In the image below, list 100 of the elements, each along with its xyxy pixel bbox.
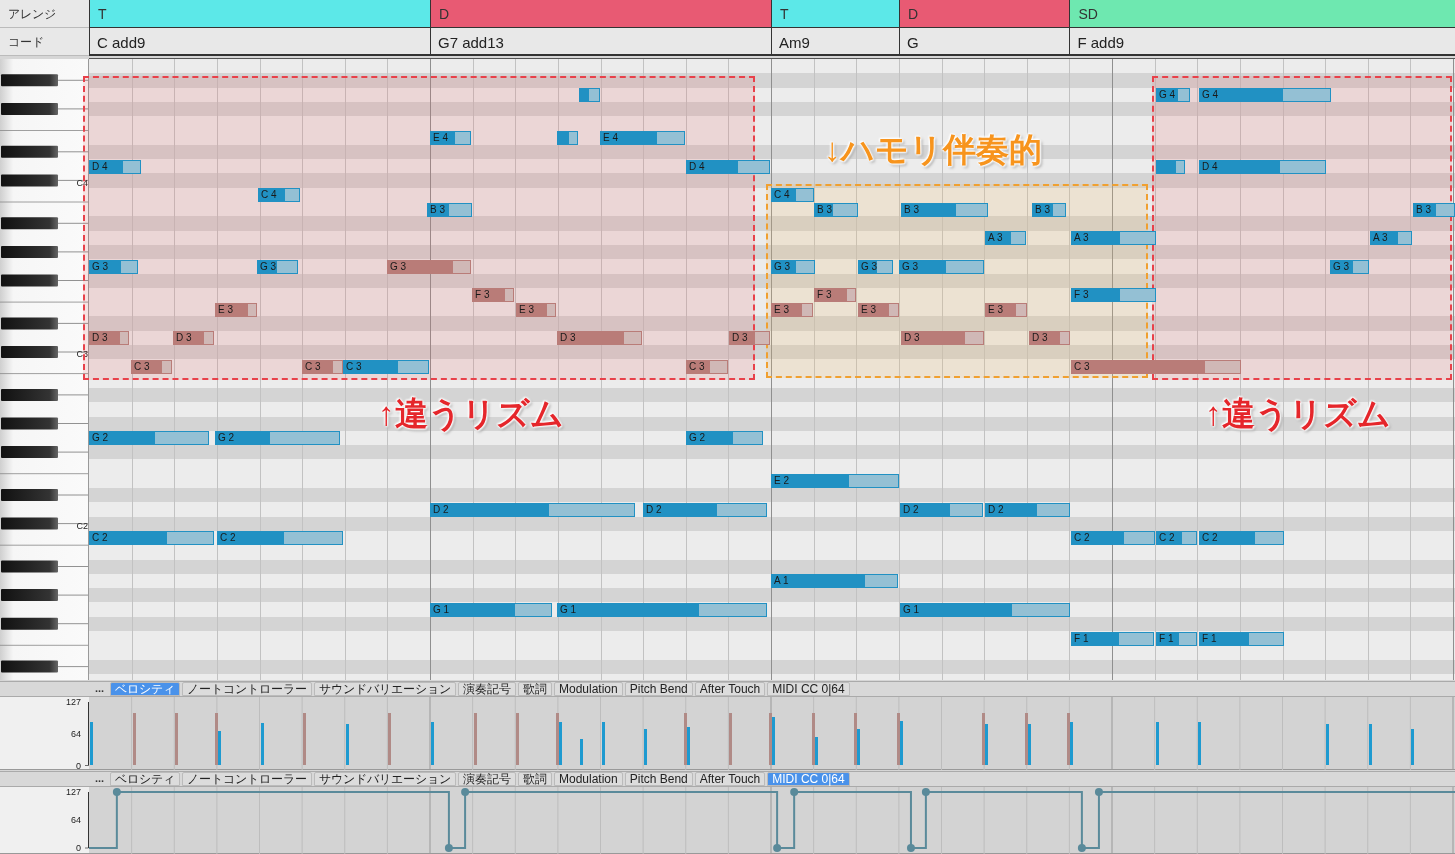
arrange-block[interactable]: T [89,0,430,28]
note[interactable]: D 3 [173,331,214,346]
control-point[interactable] [906,844,915,852]
note[interactable]: D 3 [729,331,770,346]
lane-tab[interactable]: ノートコントローラー [182,772,312,786]
lane-tab[interactable]: MIDI CC 0|64 [767,772,850,786]
velocity-bar[interactable] [857,729,861,766]
velocity-bar[interactable] [558,722,562,766]
velocity-bar[interactable] [899,721,903,766]
velocity-bar[interactable] [345,724,349,766]
lane-tab[interactable]: Pitch Bend [624,682,693,696]
velocity-bar[interactable] [516,712,520,766]
control-point[interactable] [790,788,799,796]
arrange-block[interactable]: T [771,0,899,28]
velocity-bar[interactable] [1027,723,1031,766]
velocity-bar[interactable] [772,717,775,766]
more-button[interactable]: ... [91,772,108,786]
lane-tab[interactable]: Pitch Bend [624,772,693,786]
lane-tab[interactable]: 演奏記号 [458,682,516,696]
chord-block[interactable]: G [898,28,1070,56]
velocity-bar[interactable] [473,712,477,766]
velocity-bar[interactable] [555,712,559,766]
note[interactable]: C 2 [89,531,214,546]
velocity-bar[interactable] [985,723,989,766]
velocity-bar[interactable] [431,721,434,766]
control-point[interactable] [921,788,930,796]
velocity-bar[interactable] [601,721,605,766]
velocity-bar[interactable] [1326,723,1330,766]
lane-tab[interactable]: 歌詞 [518,772,552,786]
velocity-bar[interactable] [982,712,986,766]
lane-tab[interactable]: ノートコントローラー [182,682,312,696]
note[interactable]: G 2 [89,431,209,446]
lane-tab[interactable]: ベロシティ [110,682,180,696]
velocity-bar[interactable] [260,722,264,766]
velocity-bar[interactable] [1070,721,1074,766]
control-point[interactable] [461,788,470,796]
note[interactable]: A 3 [985,231,1026,246]
velocity-bar[interactable] [686,726,690,766]
chord-block[interactable]: Am9 [771,28,899,56]
velocity-bar[interactable] [854,712,858,766]
velocity-bar[interactable] [1155,721,1159,766]
control-point[interactable] [1094,788,1103,796]
arrange-block[interactable]: D [898,0,1070,28]
note[interactable]: G 2 [215,431,340,446]
note[interactable]: G 2 [686,431,763,446]
note[interactable]: D 3 [557,331,642,346]
note[interactable]: C 4 [771,188,814,203]
note[interactable] [579,88,600,103]
note[interactable]: D 3 [89,331,129,346]
velocity-bar[interactable] [217,731,221,766]
lane-tab[interactable]: MIDI CC 0|64 [767,682,850,696]
velocity-bar[interactable] [729,712,733,766]
piano-keyboard-drawing[interactable] [0,59,89,680]
note[interactable] [557,131,578,145]
velocity-bar[interactable] [1067,712,1071,766]
note[interactable]: F 3 [472,288,514,303]
velocity-bar[interactable] [814,736,818,766]
lane-tab[interactable]: 演奏記号 [458,772,516,786]
control-point[interactable] [773,844,782,852]
note[interactable]: C 2 [217,531,343,546]
lane-tab[interactable]: サウンドバリエーション [314,682,456,696]
arrange-block[interactable]: SD [1069,0,1455,28]
note[interactable]: D 3 [901,331,984,346]
note[interactable]: E 4 [600,131,685,145]
velocity-bar[interactable] [1368,724,1372,766]
velocity-bar[interactable] [811,712,815,766]
note[interactable]: C 4 [258,188,300,203]
velocity-bar[interactable] [175,712,179,766]
note[interactable]: D 3 [1029,331,1070,346]
lane-tab[interactable]: ベロシティ [110,772,180,786]
control-point[interactable] [1077,844,1086,852]
chord-block[interactable]: G7 add13 [430,28,771,56]
velocity-bar[interactable] [1024,712,1028,766]
velocity-bar[interactable] [683,712,687,766]
note[interactable]: A 3 [1370,231,1412,246]
velocity-bar[interactable] [896,712,900,766]
control-point[interactable] [112,788,121,796]
note[interactable]: C 2 [1156,531,1197,546]
velocity-bar[interactable] [580,738,584,766]
chord-block[interactable]: C add9 [89,28,430,56]
velocity-bar[interactable] [132,712,136,766]
note[interactable]: E 4 [430,131,471,145]
note[interactable]: C 2 [1071,531,1155,546]
note[interactable]: E 2 [771,474,899,489]
note[interactable]: G 4 [1156,88,1190,103]
chord-block[interactable]: F add9 [1069,28,1455,56]
velocity-bar[interactable] [1411,728,1415,766]
lane-tab[interactable]: After Touch [694,772,766,786]
lane-tab[interactable]: 歌詞 [518,682,552,696]
more-button[interactable]: ... [91,682,108,696]
control-point[interactable] [444,844,453,852]
velocity-bar[interactable] [1198,721,1202,766]
note[interactable]: C 2 [1199,531,1284,546]
velocity-bar[interactable] [303,712,307,766]
velocity-bar[interactable] [769,712,772,766]
note[interactable]: A 3 [1071,231,1156,246]
velocity-bar[interactable] [644,729,648,766]
velocity-bar[interactable] [214,712,218,766]
note[interactable]: A 1 [771,574,898,589]
note[interactable]: F 3 [1071,288,1156,303]
